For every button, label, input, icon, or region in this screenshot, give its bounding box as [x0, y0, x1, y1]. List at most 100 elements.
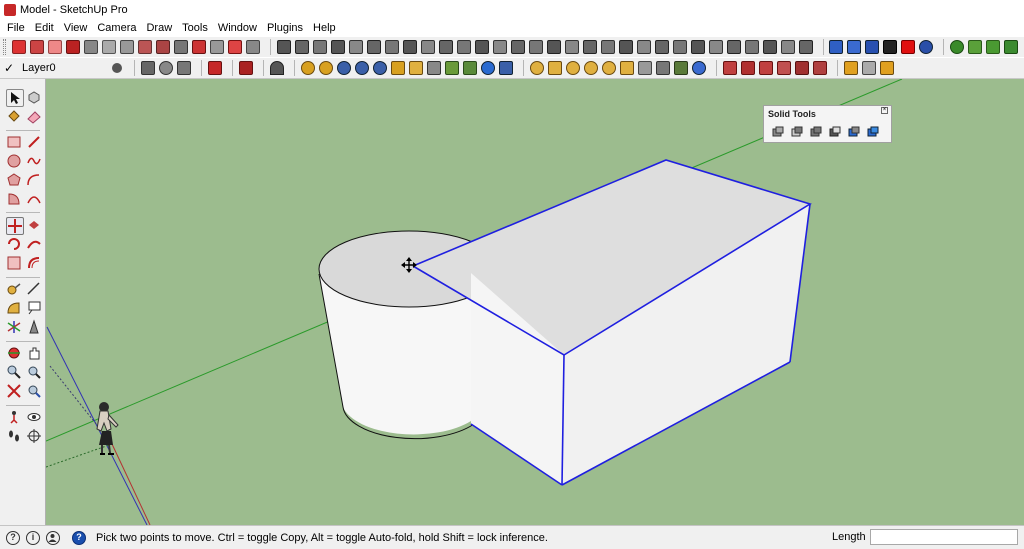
toolbar-grip[interactable]	[3, 39, 6, 55]
walk-icon[interactable]	[654, 40, 669, 54]
lamp-icon[interactable]	[548, 61, 562, 75]
paper-icon[interactable]	[638, 61, 652, 75]
back-view-icon[interactable]	[762, 40, 777, 54]
3d-text-tool-icon[interactable]	[26, 319, 42, 335]
drape-icon[interactable]	[348, 40, 363, 54]
shaded-style-icon[interactable]	[373, 61, 387, 75]
scene-icon[interactable]	[777, 61, 791, 75]
zoom-tool-icon[interactable]	[6, 364, 22, 380]
zoom-extents-tool-icon[interactable]	[6, 383, 22, 399]
scale-tool-icon[interactable]	[6, 255, 22, 271]
cube-icon[interactable]	[862, 61, 876, 75]
layers-icon[interactable]	[795, 61, 809, 75]
hidden-line-style-icon[interactable]	[355, 61, 369, 75]
info-square-icon[interactable]	[499, 61, 513, 75]
zoom-window-icon[interactable]	[582, 40, 597, 54]
fog-icon[interactable]	[584, 61, 598, 75]
help-circle-icon[interactable]	[919, 40, 934, 54]
pie-tool-icon[interactable]	[6, 191, 22, 207]
rectangle-tool-icon[interactable]	[6, 134, 22, 150]
move-tool-icon[interactable]	[245, 40, 260, 54]
split-icon[interactable]	[867, 126, 880, 138]
smoove-icon[interactable]	[312, 40, 327, 54]
grass-icon[interactable]	[968, 40, 982, 54]
leaf-icon[interactable]	[1004, 40, 1018, 54]
fill-icon[interactable]	[759, 61, 773, 75]
menu-draw[interactable]: Draw	[141, 22, 177, 34]
xray-style-icon[interactable]	[301, 61, 315, 75]
cut-plane-icon[interactable]	[723, 61, 737, 75]
intersect-icon[interactable]	[791, 126, 804, 138]
warehouse-icon[interactable]	[208, 61, 222, 75]
close-icon[interactable]: ×	[881, 107, 888, 114]
location-pin-icon[interactable]	[530, 61, 544, 75]
eraser-icon[interactable]	[47, 40, 62, 54]
previous-view-icon[interactable]	[618, 40, 633, 54]
xyz-icon[interactable]	[847, 40, 862, 54]
walk-tool-icon[interactable]	[6, 428, 22, 444]
stamp-icon[interactable]	[330, 40, 345, 54]
shadows-icon[interactable]	[602, 61, 616, 75]
protractor-icon[interactable]	[510, 40, 525, 54]
shaded-textures-icon[interactable]	[391, 61, 405, 75]
axes-tool-icon[interactable]	[6, 319, 22, 335]
sun-icon[interactable]	[566, 61, 580, 75]
offset-tool-icon[interactable]	[26, 255, 42, 271]
front-view-icon[interactable]	[726, 40, 741, 54]
zoom-window-tool-icon[interactable]	[26, 364, 42, 380]
polygon-tool-icon[interactable]	[6, 172, 22, 188]
position-camera-icon[interactable]	[636, 40, 651, 54]
freehand-tool-left-icon[interactable]	[26, 153, 42, 169]
menu-plugins[interactable]: Plugins	[262, 22, 308, 34]
left-view-icon[interactable]	[780, 40, 795, 54]
rotated-rect-icon[interactable]	[101, 40, 116, 54]
sub-icon[interactable]	[865, 40, 880, 54]
paint-bucket-icon[interactable]	[65, 40, 80, 54]
menu-file[interactable]: File	[0, 22, 30, 34]
menu-window[interactable]: Window	[213, 22, 262, 34]
section-plane-tool-icon[interactable]	[26, 428, 42, 444]
zoom-icon[interactable]	[564, 40, 579, 54]
globe-icon[interactable]	[481, 61, 495, 75]
section-icon[interactable]	[741, 61, 755, 75]
top-view-icon[interactable]	[708, 40, 723, 54]
text-tool-icon[interactable]	[438, 40, 453, 54]
sandbox-contours-icon[interactable]	[276, 40, 291, 54]
wireframe-style-icon[interactable]	[337, 61, 351, 75]
orbit-tool-icon[interactable]	[6, 345, 22, 361]
back-edges-style-icon[interactable]	[319, 61, 333, 75]
follow-me-icon[interactable]	[209, 40, 224, 54]
text-tool-left-icon[interactable]	[26, 300, 42, 316]
menu-camera[interactable]: Camera	[92, 22, 141, 34]
move-tool-left-icon[interactable]	[6, 217, 24, 235]
extension-icon[interactable]	[239, 61, 253, 75]
3d-text-icon[interactable]	[474, 40, 489, 54]
star-icon[interactable]	[177, 61, 191, 75]
arc-3pt-tool-icon[interactable]	[26, 191, 42, 207]
add-detail-icon[interactable]	[366, 40, 381, 54]
circle-icon[interactable]	[119, 40, 134, 54]
pie-icon[interactable]	[173, 40, 188, 54]
chess-piece-icon[interactable]	[674, 61, 688, 75]
modeling-viewport[interactable]	[46, 79, 1024, 525]
pan-tool-icon[interactable]	[26, 345, 42, 361]
follow-me-tool-icon[interactable]	[26, 236, 42, 252]
freehand-tool-icon[interactable]	[29, 40, 44, 54]
union-icon[interactable]	[810, 126, 823, 138]
geo-location-icon[interactable]: ?	[6, 530, 20, 545]
previous-tool-icon[interactable]	[26, 383, 42, 399]
make-component-icon[interactable]	[26, 89, 42, 105]
credits-icon[interactable]: i	[26, 530, 40, 545]
outliner-icon[interactable]	[813, 61, 827, 75]
orbit-icon[interactable]	[528, 40, 543, 54]
pushpull-tool-icon[interactable]	[26, 217, 42, 233]
flip-edge-icon[interactable]	[384, 40, 399, 54]
right-view-icon[interactable]	[744, 40, 759, 54]
menu-edit[interactable]: Edit	[30, 22, 59, 34]
sandbox-scratch-icon[interactable]	[294, 40, 309, 54]
position-camera-tool-icon[interactable]	[6, 409, 22, 425]
rectangle-icon[interactable]	[83, 40, 98, 54]
arc-tool-left-icon[interactable]	[26, 172, 42, 188]
pushpull-icon[interactable]	[191, 40, 206, 54]
ruler-icon[interactable]	[656, 61, 670, 75]
